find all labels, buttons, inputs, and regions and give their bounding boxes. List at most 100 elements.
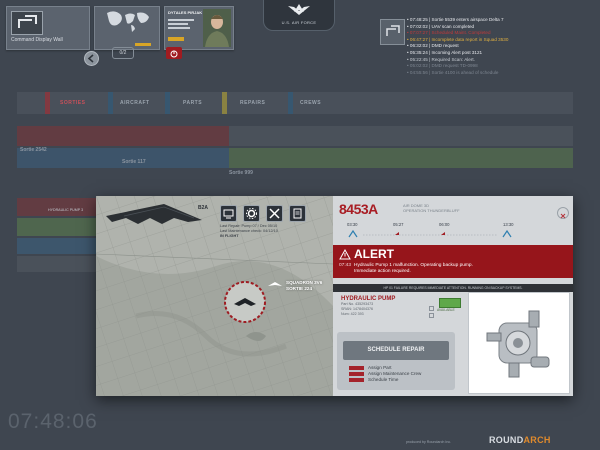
tab-accent-sorties — [45, 92, 50, 114]
chevron-left-icon — [87, 54, 94, 63]
bg-row-red — [17, 198, 96, 216]
personnel-card[interactable]: DYTALES PIRJAK — [164, 6, 234, 50]
tab-accent-repairs — [222, 92, 227, 114]
bg-row-label: HYDRAULIC PUMP 3 — [48, 208, 84, 212]
soldier-photo — [205, 15, 229, 47]
settings-button[interactable] — [243, 205, 260, 222]
part-checkbox-1[interactable] — [429, 306, 434, 311]
tail-number: 8453A — [339, 201, 378, 217]
alert-title: ALERT — [354, 247, 394, 261]
command-display-card[interactable]: Command Display Wall — [6, 6, 90, 50]
tab-aircraft[interactable]: AIRCRAFT — [120, 92, 150, 114]
feed-item: • 05:02:02 | DMD request TD-0998 — [407, 63, 592, 70]
command-display-label: Command Display Wall — [11, 37, 63, 43]
wrench-icon — [269, 208, 280, 219]
back-button[interactable] — [84, 51, 99, 66]
world-map-card[interactable] — [94, 6, 160, 50]
b2-aircraft-image — [106, 204, 202, 224]
feed-item: • 06:47:27 | Incomplete data report in S… — [407, 37, 592, 44]
hydraulic-pump-image — [486, 310, 550, 378]
air-force-logo-text: U.S. AIR FORCE — [281, 20, 317, 25]
tab-accent-crews — [288, 92, 293, 114]
close-popup-button[interactable] — [557, 207, 569, 219]
aircraft-detail-popup: B2A Last Repair: Pump 07 / Dec 05/10 Las… — [96, 196, 573, 396]
schedule-repair-button[interactable]: SCHEDULE REPAIR — [343, 341, 449, 360]
part-details: HYDRAULIC PUMP Part No. 435293473 SRAN: … — [341, 296, 451, 317]
monitor-button[interactable] — [220, 205, 237, 222]
feed-text: DMD request TD-0998 — [431, 63, 478, 69]
display-wall-icon — [18, 15, 37, 28]
feed-thumbnail[interactable] — [380, 19, 405, 45]
schedule-time-action[interactable]: Schedule Time — [349, 377, 421, 383]
document-icon — [293, 208, 302, 219]
operation-name: OPERATION THUNDERBLUFF — [403, 208, 460, 213]
alert-time: 07:43 — [339, 263, 352, 268]
document-button[interactable] — [289, 205, 306, 222]
bg-row-green — [17, 218, 96, 236]
feed-item: • 07:07:27 | Scheduled Maint. Completed — [407, 30, 592, 37]
sortie-map[interactable]: B2A Last Repair: Pump 07 / Dec 05/10 Las… — [96, 196, 333, 396]
availability-indicator — [439, 298, 461, 308]
alert-message: Hydraulic Pump 1 malfunction. Operating … — [354, 263, 473, 274]
assign-crew-label: Assign Maintenance Crew — [368, 371, 422, 377]
tab-parts[interactable]: PARTS — [183, 92, 202, 114]
feed-item: • 05:35:24 | Incoming Alert post 3121 — [407, 50, 592, 57]
feed-item: • 07:02:02 | UAV scan completed — [407, 24, 592, 31]
brand-arch: ARCH — [523, 435, 551, 445]
map-progress-bar — [135, 43, 151, 46]
feed-text: Sortie 5539 enters airspace Delta 7 — [431, 17, 504, 22]
feed-text: Incomplete data report in Squad 3530 — [431, 36, 509, 42]
timeline: 03:30 05:27 06:00 13:30 — [347, 222, 527, 240]
feed-time: 07:02:02 — [409, 23, 428, 29]
feed-text: Incoming Alert post 3121 — [431, 49, 483, 55]
warning-icon — [339, 249, 351, 260]
part-checkbox-2[interactable] — [429, 313, 434, 318]
schedule-time-label: Schedule Time — [368, 377, 399, 383]
footer-credit: produced by Roundarch Inc. — [406, 440, 452, 444]
timeline-time-3: 06:00 — [439, 222, 450, 227]
feed-text: Required Scan: Alert. — [431, 56, 475, 62]
sortie-band-blue — [17, 148, 229, 168]
timeline-time-2: 05:27 — [393, 222, 404, 227]
bg-row-blue — [17, 238, 96, 254]
power-icon — [170, 50, 178, 58]
feed-text: DMD request — [431, 43, 459, 49]
sortie-band-red — [17, 126, 229, 146]
aircraft-target-marker[interactable] — [221, 278, 269, 326]
tab-repairs[interactable]: REPAIRS — [240, 92, 265, 114]
availability-label: AVAILABLE — [437, 308, 455, 312]
command-display-thumbnail — [11, 11, 43, 35]
bg-row-grey — [17, 256, 96, 272]
personnel-info-lines — [168, 17, 194, 31]
feed-time: 06:32:02 — [409, 43, 428, 49]
close-icon — [560, 213, 566, 219]
close-card-button[interactable] — [166, 47, 182, 59]
air-force-logo-tab: U.S. AIR FORCE — [263, 0, 335, 31]
activity-feed: • 07:48:25 | Sortie 5539 enters airspace… — [407, 17, 592, 76]
tab-accent-aircraft — [108, 92, 113, 114]
personnel-name: DYTALES PIRJAK — [168, 10, 203, 15]
clock: 07:48:06 — [8, 410, 98, 433]
timeline-time-4: 13:30 — [503, 222, 514, 227]
tab-sorties[interactable]: SORTIES — [60, 92, 85, 114]
tools-button[interactable] — [266, 205, 283, 222]
brand-round: ROUND — [489, 435, 524, 445]
assign-part-label: Assign Part — [368, 365, 392, 370]
world-map-icon — [107, 11, 149, 32]
tab-crews[interactable]: CREWS — [300, 92, 321, 114]
feed-time: 07:07:27 — [409, 30, 428, 36]
feed-item: • 06:32:02 | DMD request — [407, 43, 592, 50]
alert-banner[interactable]: ALERT 07:43 Hydraulic Pump 1 malfunction… — [333, 245, 573, 278]
roundarch-logo: ROUNDARCH — [489, 435, 551, 445]
avatar — [203, 9, 231, 47]
tab-accent-parts — [165, 92, 170, 114]
feed-time: 05:22:45 — [409, 56, 428, 62]
feed-time: 05:35:24 — [409, 49, 428, 55]
card-counter: 0/2 — [112, 47, 134, 59]
feed-text: Scheduled Maint. Completed — [431, 30, 491, 36]
timeline-track — [348, 229, 512, 238]
alert-panel: 8453A AIR DOME 3D OPERATION THUNDERBLUFF… — [333, 196, 573, 396]
feed-text: UAV scan completed — [431, 23, 475, 29]
display-wall-small-icon — [386, 25, 400, 36]
sortie-label-2: Sortie 117 — [122, 159, 146, 165]
